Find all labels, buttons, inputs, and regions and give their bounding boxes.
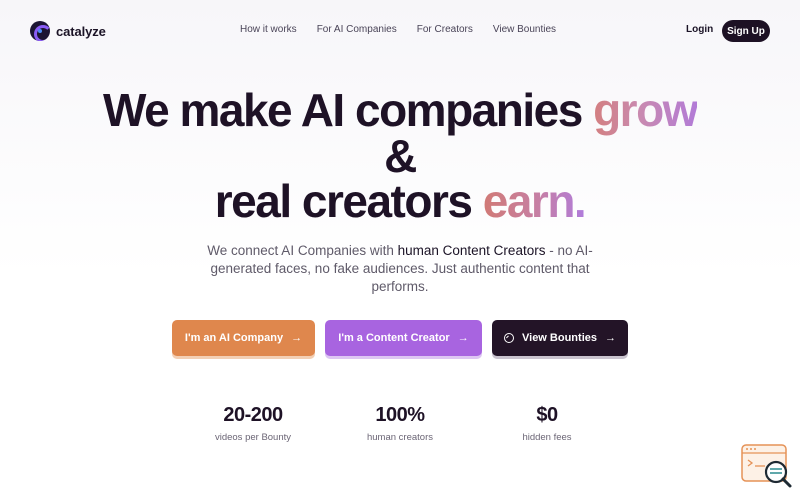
nav-link-view-bounties[interactable]: View Bounties	[493, 24, 556, 35]
signup-button[interactable]: Sign Up	[722, 20, 770, 42]
ai-company-button-label: I'm an AI Company	[184, 332, 284, 344]
nav-links: How it works For AI Companies For Creato…	[240, 24, 556, 35]
brand[interactable]: catalyze	[30, 21, 106, 41]
stat-human: 100% human creators	[320, 404, 480, 443]
hero-accent-earn: earn.	[482, 175, 587, 227]
stat-label: videos per Bounty	[214, 432, 292, 443]
hero-headline-line3: real creators earn.	[0, 173, 800, 229]
nav-link-for-creators[interactable]: For Creators	[417, 24, 473, 35]
ai-company-button[interactable]: I'm an AI Company →	[172, 320, 315, 356]
nav-link-for-ai-companies[interactable]: For AI Companies	[317, 24, 397, 35]
subtitle-part1: We connect AI Companies with	[207, 243, 398, 258]
arrow-right-icon: →	[457, 332, 469, 344]
stat-value: 20-200	[223, 404, 283, 426]
content-creator-button[interactable]: I'm a Content Creator →	[325, 320, 482, 356]
arrow-right-icon: →	[604, 332, 616, 344]
stat-value: $0	[536, 404, 558, 426]
subtitle-emphasis: human Content Creators	[397, 243, 546, 258]
chat-support-widget[interactable]	[741, 444, 793, 490]
brand-name: catalyze	[56, 23, 106, 39]
stat-label: human creators	[366, 432, 433, 443]
catalyze-logo-icon	[30, 21, 50, 41]
stat-value: 100%	[375, 404, 425, 426]
arrow-right-icon: →	[291, 332, 303, 344]
view-bounties-button[interactable]: View Bounties →	[492, 320, 628, 356]
hero-headline-text: real creators	[214, 175, 483, 227]
chat-search-icon	[741, 444, 792, 488]
nav-link-how-it-works[interactable]: How it works	[240, 24, 297, 35]
stat-label: hidden fees	[522, 432, 572, 443]
hero-subtitle: We connect AI Companies with human Conte…	[200, 242, 600, 296]
login-link[interactable]: Login	[686, 24, 713, 35]
stat-videos: 20-200 videos per Bounty	[173, 404, 333, 443]
top-navbar: catalyze How it works For AI Companies F…	[0, 0, 800, 62]
content-creator-button-label: I'm a Content Creator	[338, 332, 450, 344]
stat-fees: $0 hidden fees	[467, 404, 627, 443]
view-bounties-button-label: View Bounties	[522, 332, 597, 344]
compass-icon	[504, 333, 514, 343]
